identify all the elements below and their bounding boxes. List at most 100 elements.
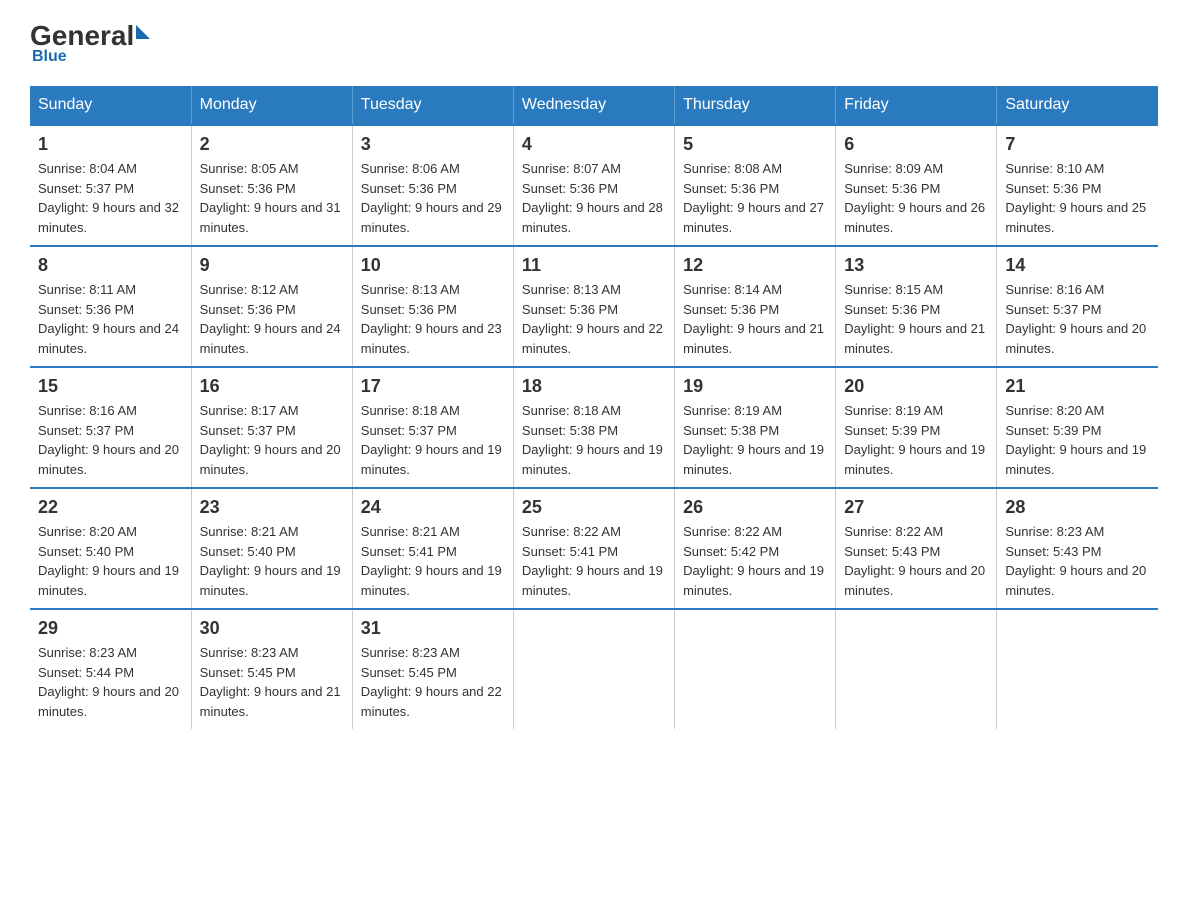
day-info: Sunrise: 8:14 AM Sunset: 5:36 PM Dayligh… [683, 280, 827, 358]
calendar-body: 1 Sunrise: 8:04 AM Sunset: 5:37 PM Dayli… [30, 125, 1158, 729]
calendar-cell: 26 Sunrise: 8:22 AM Sunset: 5:42 PM Dayl… [675, 488, 836, 609]
day-number: 23 [200, 497, 344, 518]
week-row-3: 15 Sunrise: 8:16 AM Sunset: 5:37 PM Dayl… [30, 367, 1158, 488]
day-number: 16 [200, 376, 344, 397]
day-info: Sunrise: 8:11 AM Sunset: 5:36 PM Dayligh… [38, 280, 183, 358]
day-info: Sunrise: 8:18 AM Sunset: 5:37 PM Dayligh… [361, 401, 505, 479]
day-number: 31 [361, 618, 505, 639]
day-number: 7 [1005, 134, 1150, 155]
day-info: Sunrise: 8:23 AM Sunset: 5:45 PM Dayligh… [200, 643, 344, 721]
calendar-cell: 31 Sunrise: 8:23 AM Sunset: 5:45 PM Dayl… [352, 609, 513, 729]
header-cell-monday: Monday [191, 86, 352, 125]
day-info: Sunrise: 8:18 AM Sunset: 5:38 PM Dayligh… [522, 401, 666, 479]
day-number: 2 [200, 134, 344, 155]
week-row-4: 22 Sunrise: 8:20 AM Sunset: 5:40 PM Dayl… [30, 488, 1158, 609]
day-number: 1 [38, 134, 183, 155]
week-row-5: 29 Sunrise: 8:23 AM Sunset: 5:44 PM Dayl… [30, 609, 1158, 729]
calendar-cell: 13 Sunrise: 8:15 AM Sunset: 5:36 PM Dayl… [836, 246, 997, 367]
day-number: 26 [683, 497, 827, 518]
day-number: 4 [522, 134, 666, 155]
page-header: General Blue [30, 20, 1158, 66]
calendar-cell: 5 Sunrise: 8:08 AM Sunset: 5:36 PM Dayli… [675, 125, 836, 246]
calendar-cell: 17 Sunrise: 8:18 AM Sunset: 5:37 PM Dayl… [352, 367, 513, 488]
logo: General Blue [30, 20, 150, 66]
day-number: 8 [38, 255, 183, 276]
calendar-cell [513, 609, 674, 729]
calendar-cell: 20 Sunrise: 8:19 AM Sunset: 5:39 PM Dayl… [836, 367, 997, 488]
calendar-cell: 30 Sunrise: 8:23 AM Sunset: 5:45 PM Dayl… [191, 609, 352, 729]
header-cell-tuesday: Tuesday [352, 86, 513, 125]
day-info: Sunrise: 8:22 AM Sunset: 5:43 PM Dayligh… [844, 522, 988, 600]
day-info: Sunrise: 8:16 AM Sunset: 5:37 PM Dayligh… [38, 401, 183, 479]
calendar-cell: 19 Sunrise: 8:19 AM Sunset: 5:38 PM Dayl… [675, 367, 836, 488]
week-row-2: 8 Sunrise: 8:11 AM Sunset: 5:36 PM Dayli… [30, 246, 1158, 367]
day-info: Sunrise: 8:23 AM Sunset: 5:44 PM Dayligh… [38, 643, 183, 721]
day-number: 28 [1005, 497, 1150, 518]
calendar-cell: 24 Sunrise: 8:21 AM Sunset: 5:41 PM Dayl… [352, 488, 513, 609]
header-row: SundayMondayTuesdayWednesdayThursdayFrid… [30, 86, 1158, 125]
day-number: 13 [844, 255, 988, 276]
calendar-cell [836, 609, 997, 729]
day-info: Sunrise: 8:23 AM Sunset: 5:43 PM Dayligh… [1005, 522, 1150, 600]
day-info: Sunrise: 8:22 AM Sunset: 5:41 PM Dayligh… [522, 522, 666, 600]
day-info: Sunrise: 8:22 AM Sunset: 5:42 PM Dayligh… [683, 522, 827, 600]
calendar-cell: 22 Sunrise: 8:20 AM Sunset: 5:40 PM Dayl… [30, 488, 191, 609]
calendar-cell: 15 Sunrise: 8:16 AM Sunset: 5:37 PM Dayl… [30, 367, 191, 488]
calendar-cell: 18 Sunrise: 8:18 AM Sunset: 5:38 PM Dayl… [513, 367, 674, 488]
calendar-cell: 8 Sunrise: 8:11 AM Sunset: 5:36 PM Dayli… [30, 246, 191, 367]
day-number: 19 [683, 376, 827, 397]
day-info: Sunrise: 8:16 AM Sunset: 5:37 PM Dayligh… [1005, 280, 1150, 358]
calendar-cell [675, 609, 836, 729]
day-number: 21 [1005, 376, 1150, 397]
day-info: Sunrise: 8:13 AM Sunset: 5:36 PM Dayligh… [361, 280, 505, 358]
calendar-cell: 21 Sunrise: 8:20 AM Sunset: 5:39 PM Dayl… [997, 367, 1158, 488]
day-info: Sunrise: 8:17 AM Sunset: 5:37 PM Dayligh… [200, 401, 344, 479]
day-info: Sunrise: 8:05 AM Sunset: 5:36 PM Dayligh… [200, 159, 344, 237]
day-info: Sunrise: 8:19 AM Sunset: 5:39 PM Dayligh… [844, 401, 988, 479]
day-number: 17 [361, 376, 505, 397]
day-info: Sunrise: 8:21 AM Sunset: 5:40 PM Dayligh… [200, 522, 344, 600]
calendar-cell: 9 Sunrise: 8:12 AM Sunset: 5:36 PM Dayli… [191, 246, 352, 367]
calendar-cell: 2 Sunrise: 8:05 AM Sunset: 5:36 PM Dayli… [191, 125, 352, 246]
calendar-cell: 23 Sunrise: 8:21 AM Sunset: 5:40 PM Dayl… [191, 488, 352, 609]
logo-triangle-icon [136, 25, 150, 39]
day-info: Sunrise: 8:20 AM Sunset: 5:40 PM Dayligh… [38, 522, 183, 600]
header-cell-saturday: Saturday [997, 86, 1158, 125]
day-number: 30 [200, 618, 344, 639]
day-info: Sunrise: 8:21 AM Sunset: 5:41 PM Dayligh… [361, 522, 505, 600]
day-info: Sunrise: 8:07 AM Sunset: 5:36 PM Dayligh… [522, 159, 666, 237]
day-number: 27 [844, 497, 988, 518]
day-info: Sunrise: 8:19 AM Sunset: 5:38 PM Dayligh… [683, 401, 827, 479]
header-cell-sunday: Sunday [30, 86, 191, 125]
calendar-header: SundayMondayTuesdayWednesdayThursdayFrid… [30, 86, 1158, 125]
calendar-cell: 27 Sunrise: 8:22 AM Sunset: 5:43 PM Dayl… [836, 488, 997, 609]
calendar-cell: 11 Sunrise: 8:13 AM Sunset: 5:36 PM Dayl… [513, 246, 674, 367]
calendar-cell: 25 Sunrise: 8:22 AM Sunset: 5:41 PM Dayl… [513, 488, 674, 609]
day-number: 10 [361, 255, 505, 276]
calendar-cell: 12 Sunrise: 8:14 AM Sunset: 5:36 PM Dayl… [675, 246, 836, 367]
calendar-cell [997, 609, 1158, 729]
day-number: 12 [683, 255, 827, 276]
day-number: 25 [522, 497, 666, 518]
calendar-cell: 16 Sunrise: 8:17 AM Sunset: 5:37 PM Dayl… [191, 367, 352, 488]
logo-blue-text: Blue [32, 48, 67, 66]
header-cell-wednesday: Wednesday [513, 86, 674, 125]
day-number: 20 [844, 376, 988, 397]
week-row-1: 1 Sunrise: 8:04 AM Sunset: 5:37 PM Dayli… [30, 125, 1158, 246]
calendar-cell: 7 Sunrise: 8:10 AM Sunset: 5:36 PM Dayli… [997, 125, 1158, 246]
day-number: 15 [38, 376, 183, 397]
day-info: Sunrise: 8:23 AM Sunset: 5:45 PM Dayligh… [361, 643, 505, 721]
calendar-cell: 1 Sunrise: 8:04 AM Sunset: 5:37 PM Dayli… [30, 125, 191, 246]
calendar-cell: 4 Sunrise: 8:07 AM Sunset: 5:36 PM Dayli… [513, 125, 674, 246]
day-number: 29 [38, 618, 183, 639]
day-info: Sunrise: 8:13 AM Sunset: 5:36 PM Dayligh… [522, 280, 666, 358]
day-info: Sunrise: 8:04 AM Sunset: 5:37 PM Dayligh… [38, 159, 183, 237]
day-number: 6 [844, 134, 988, 155]
day-number: 3 [361, 134, 505, 155]
day-info: Sunrise: 8:20 AM Sunset: 5:39 PM Dayligh… [1005, 401, 1150, 479]
calendar-cell: 29 Sunrise: 8:23 AM Sunset: 5:44 PM Dayl… [30, 609, 191, 729]
day-number: 9 [200, 255, 344, 276]
day-info: Sunrise: 8:15 AM Sunset: 5:36 PM Dayligh… [844, 280, 988, 358]
day-number: 5 [683, 134, 827, 155]
day-info: Sunrise: 8:06 AM Sunset: 5:36 PM Dayligh… [361, 159, 505, 237]
